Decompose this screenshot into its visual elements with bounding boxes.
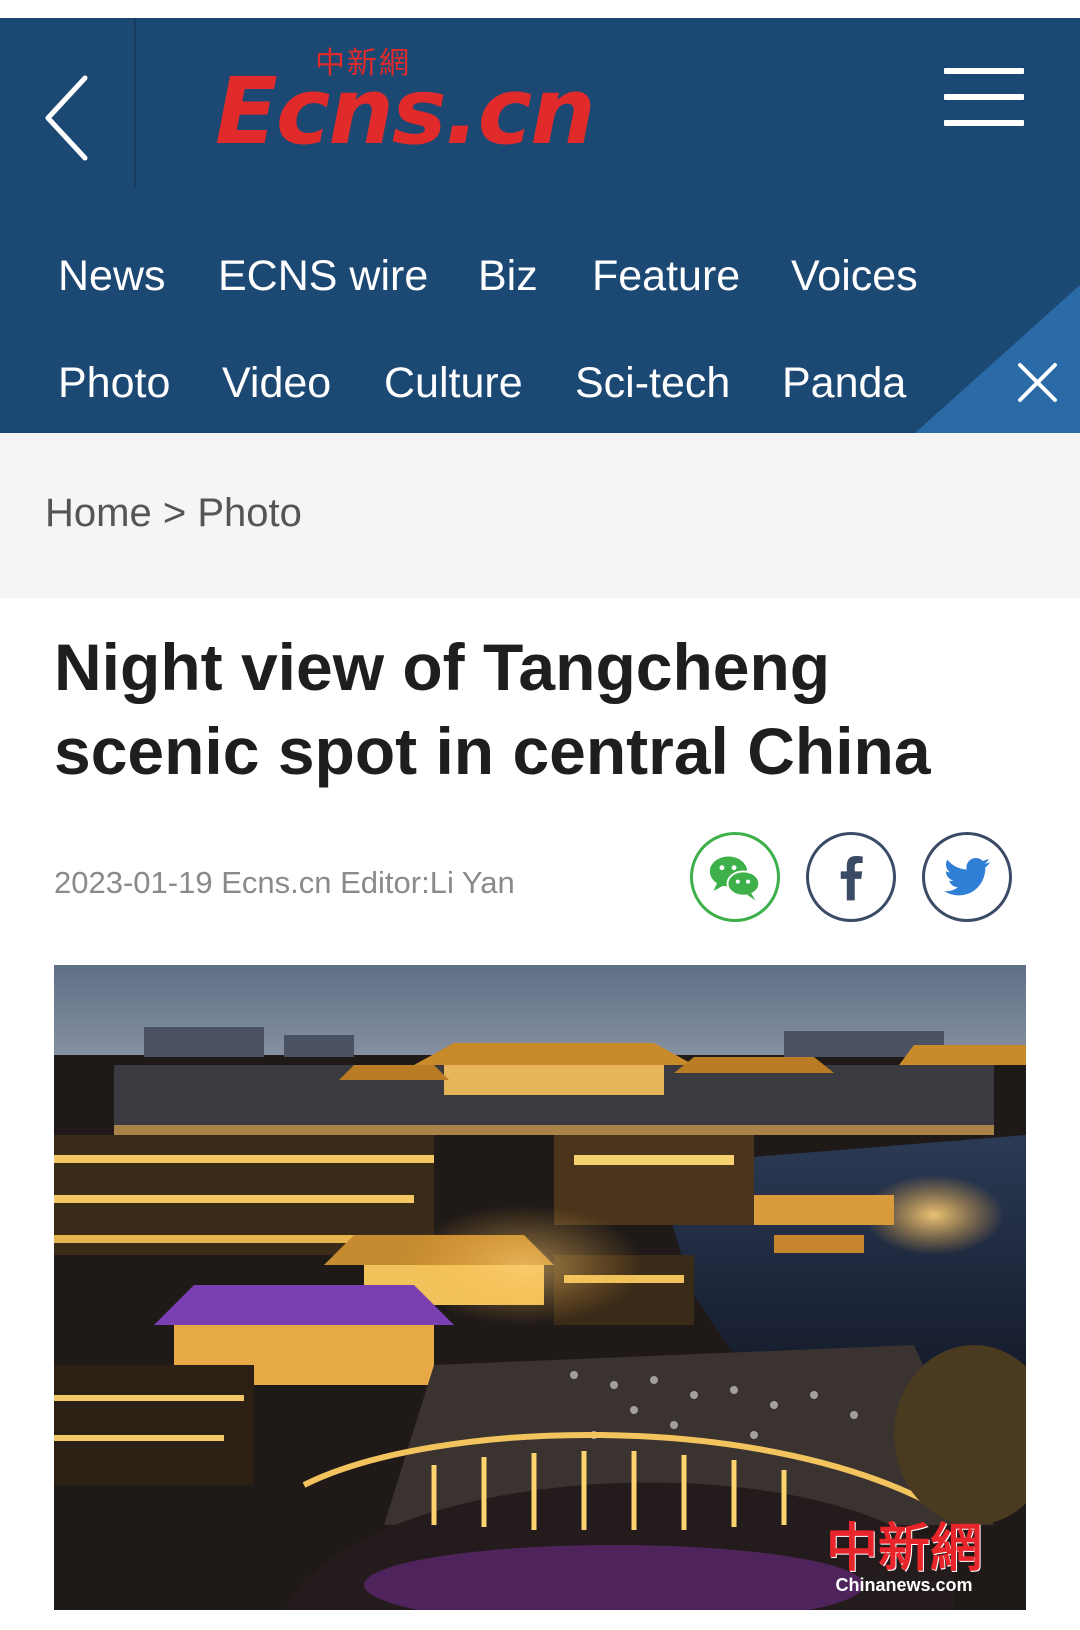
wechat-icon [709, 856, 761, 901]
hamburger-icon [944, 68, 1024, 74]
article-editor: Editor:Li Yan [340, 865, 515, 900]
nav-item-voices[interactable]: Voices [791, 246, 918, 306]
breadcrumb-separator: > [162, 491, 187, 535]
nav-item-video[interactable]: Video [222, 353, 331, 413]
twitter-icon [944, 857, 991, 896]
article-photo[interactable]: 中新網 Chinanews.com [54, 965, 1026, 1610]
watermark-chinese-text: 中新網 [825, 1518, 982, 1579]
site-logo[interactable]: 中新網 Ecns.cn [215, 38, 615, 168]
nav-item-news[interactable]: News [58, 246, 166, 306]
share-twitter-button[interactable] [922, 832, 1012, 922]
share-wechat-button[interactable] [690, 832, 780, 922]
article-source: Ecns.cn [221, 865, 332, 900]
facebook-icon [840, 856, 863, 901]
nav-item-photo[interactable]: Photo [58, 353, 170, 413]
close-icon [1018, 363, 1057, 402]
menu-button[interactable] [940, 68, 1030, 153]
breadcrumb: Home > Photo [0, 433, 1080, 598]
chevron-left-icon [45, 75, 88, 161]
hamburger-icon-line [944, 120, 1024, 126]
article-date: 2023-01-19 [54, 865, 213, 900]
hamburger-icon-line [944, 94, 1024, 100]
watermark-english-text: Chinanews.com [835, 1575, 973, 1595]
header-divider [134, 18, 136, 188]
nav-item-ecns-wire[interactable]: ECNS wire [218, 246, 428, 306]
logo-text: Ecns.cn [215, 58, 596, 165]
back-button[interactable] [30, 58, 110, 178]
status-strip [0, 0, 1080, 18]
breadcrumb-home[interactable]: Home [45, 491, 152, 535]
breadcrumb-text: Home > Photo [45, 491, 302, 536]
nav-item-panda[interactable]: Panda [782, 353, 906, 413]
article-title: Night view of Tangcheng scenic spot in c… [54, 630, 931, 788]
nav-row-2: Photo Video Culture Sci-tech Panda [0, 353, 1000, 413]
nav-item-culture[interactable]: Culture [384, 353, 523, 413]
nav-item-sci-tech[interactable]: Sci-tech [575, 353, 730, 413]
tangcheng-night-photo [54, 965, 1026, 1610]
nav-item-biz[interactable]: Biz [478, 246, 538, 306]
photo-watermark: 中新網 Chinanews.com [826, 1523, 982, 1596]
article-meta: 2023-01-19 Ecns.cn Editor:Li Yan [54, 865, 515, 901]
close-button[interactable] [1010, 355, 1065, 410]
share-facebook-button[interactable] [806, 832, 896, 922]
nav-row-1: News ECNS wire Biz Feature Voices [0, 246, 1000, 306]
nav-item-feature[interactable]: Feature [592, 246, 740, 306]
breadcrumb-current[interactable]: Photo [197, 491, 302, 535]
